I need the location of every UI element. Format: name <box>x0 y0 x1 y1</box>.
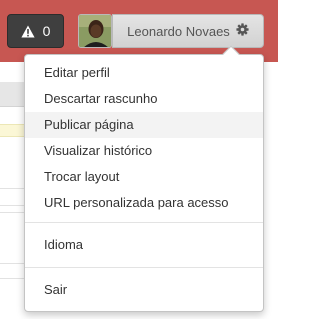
menu-item-descartar-rascunho[interactable]: Descartar rascunho <box>25 86 263 112</box>
menu-divider <box>25 222 263 223</box>
alerts-button[interactable]: 0 <box>7 14 64 48</box>
avatar[interactable] <box>78 14 112 48</box>
page-divider <box>0 205 26 206</box>
menu-item-publicar-pagina[interactable]: Publicar página <box>25 112 263 138</box>
page-toolbar-strip <box>0 82 26 107</box>
page-divider <box>0 188 26 189</box>
user-menu-button[interactable]: Leonardo Novaes <box>112 14 264 48</box>
user-dropdown-menu: Editar perfil Descartar rascunho Publica… <box>24 45 264 312</box>
page-divider <box>0 263 26 264</box>
page-divider <box>0 278 26 279</box>
menu-item-editar-perfil[interactable]: Editar perfil <box>25 60 263 86</box>
page-notice-strip <box>0 124 26 137</box>
menu-item-idioma[interactable]: Idioma <box>25 232 263 258</box>
user-name: Leonardo Novaes <box>127 23 230 39</box>
page-divider <box>0 212 26 213</box>
menu-item-trocar-layout[interactable]: Trocar layout <box>25 164 263 190</box>
menu-item-url-personalizada[interactable]: URL personalizada para acesso <box>25 190 263 216</box>
menu-item-sair[interactable]: Sair <box>25 277 263 303</box>
warning-icon <box>20 25 35 38</box>
alert-count: 0 <box>42 23 51 39</box>
menu-divider <box>25 267 263 268</box>
gear-icon <box>236 23 249 39</box>
menu-item-visualizar-historico[interactable]: Visualizar histórico <box>25 138 263 164</box>
